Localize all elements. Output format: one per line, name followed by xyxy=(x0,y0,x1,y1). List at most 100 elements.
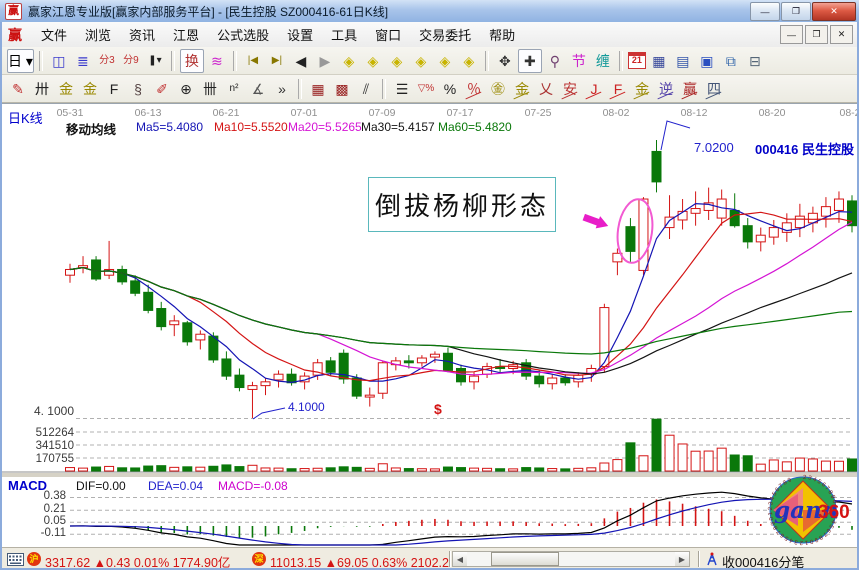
quote-list-icon[interactable]: ≣ xyxy=(72,50,94,72)
package-icon[interactable]: ⧉ xyxy=(720,50,742,72)
more-tools-chevron[interactable]: » xyxy=(271,78,293,100)
magnify-icon[interactable]: ⚲ xyxy=(544,50,566,72)
gann360-logo: 23456789012345678901234567890123456789 g… xyxy=(746,474,856,551)
brush-grid-icon[interactable]: ✐ xyxy=(151,78,173,100)
jin-angle-icon[interactable]: 金 xyxy=(631,78,653,100)
menu-item-8[interactable]: 窗口 xyxy=(366,25,410,46)
prev-icon[interactable]: ◀ xyxy=(290,50,312,72)
drawing-toolbar: ✎卅金金F§✐⊕卌n²∡»▦▩⫽☰▽%%％㊎金乂安JF金逆赢四 xyxy=(0,75,859,103)
spiral-icon[interactable]: § xyxy=(127,78,149,100)
menu-bar: 赢 文件浏览资讯江恩公式选股设置工具窗口交易委托帮助 —❐✕ xyxy=(0,22,859,48)
ma20-legend: Ma20=5.5265 xyxy=(288,120,362,134)
menu-item-6[interactable]: 设置 xyxy=(278,25,322,46)
gold-grid1-icon[interactable]: 金 xyxy=(55,78,77,100)
price-scale-icon[interactable]: ☰ xyxy=(391,78,413,100)
percent-line-icon[interactable]: ％ xyxy=(463,78,485,100)
save-icon[interactable]: ▣ xyxy=(696,50,718,72)
period-day-selector[interactable]: 日 ▾ xyxy=(7,49,34,73)
pattern-annotation-box[interactable]: 倒拔杨柳形态 xyxy=(368,177,556,232)
first-page-icon[interactable]: |◀ xyxy=(242,50,264,72)
chart-3-icon[interactable]: 分3 xyxy=(96,50,118,72)
scrollbar-thumb[interactable] xyxy=(491,552,559,566)
mdi-close-button[interactable]: ✕ xyxy=(830,25,853,44)
mark-icon[interactable]: 节 xyxy=(568,50,590,72)
mdi-minimize-button[interactable]: — xyxy=(780,25,803,44)
ying-angle-icon[interactable]: 赢 xyxy=(679,78,701,100)
printer-icon[interactable]: ⊟ xyxy=(744,50,766,72)
mdi-restore-button[interactable]: ❐ xyxy=(805,25,828,44)
pattern-match-icon[interactable]: 换 xyxy=(180,49,204,73)
kline-chart-canvas[interactable]: 05-3106-1306-2107-0107-0907-1707-2508-02… xyxy=(2,103,857,547)
n2-icon[interactable]: n² xyxy=(223,78,245,100)
menu-item-4[interactable]: 江恩 xyxy=(164,25,208,46)
gann-diamond-3-icon[interactable]: ◈ xyxy=(386,50,408,72)
pane-period-label: 日K线 xyxy=(8,108,43,127)
x-axis-tick: 06-21 xyxy=(213,107,240,119)
minimize-button[interactable]: — xyxy=(750,2,780,21)
title-bar[interactable]: 赢 赢家江恩专业版[赢家内部服务平台] - [民生控股 SZ000416-61日… xyxy=(0,0,859,23)
gold-line-icon[interactable]: 金 xyxy=(511,78,533,100)
menu-item-3[interactable]: 资讯 xyxy=(120,25,164,46)
menu-item-2[interactable]: 浏览 xyxy=(76,25,120,46)
draw-brush-icon[interactable]: ✎ xyxy=(7,78,29,100)
gann-diamond-4-icon[interactable]: ◈ xyxy=(410,50,432,72)
j-angle-icon[interactable]: J xyxy=(583,78,605,100)
shenzhen-index-icon: 深 xyxy=(252,552,266,566)
menu-item-1[interactable]: 文件 xyxy=(32,25,76,46)
gold-circle-icon[interactable]: ㊎ xyxy=(487,78,509,100)
x-axis-tick: 07-01 xyxy=(291,107,318,119)
red-grid-icon[interactable]: ▦ xyxy=(307,78,329,100)
horizontal-scrollbar[interactable]: ◀ ▶ xyxy=(452,551,690,567)
toolbar-separator xyxy=(298,79,302,99)
color-trend-icon[interactable]: ≋ xyxy=(206,50,228,72)
broadcast-tower-icon[interactable] xyxy=(706,552,718,567)
slant-lines-icon[interactable]: ⫽ xyxy=(355,78,377,100)
menu-item-10[interactable]: 帮助 xyxy=(480,25,524,46)
ma60-legend: Ma60=5.4820 xyxy=(438,120,512,134)
gann-brush2-icon[interactable]: 乂 xyxy=(535,78,557,100)
maximize-button[interactable]: ❐ xyxy=(781,2,811,21)
percent-zone-icon[interactable]: ▽% xyxy=(415,78,437,100)
mdi-window-controls: —❐✕ xyxy=(778,25,853,44)
toolbar-separator xyxy=(485,51,489,71)
wave-icon[interactable]: 安 xyxy=(559,78,581,100)
calculator-icon[interactable]: ▦ xyxy=(648,50,670,72)
menu-item-5[interactable]: 公式选股 xyxy=(208,25,278,46)
calendar-icon[interactable]: 21 xyxy=(628,52,646,69)
memo-icon[interactable]: ▤ xyxy=(672,50,694,72)
chan-line-icon[interactable]: 缠 xyxy=(592,50,614,72)
percent-icon[interactable]: % xyxy=(439,78,461,100)
si-angle-icon[interactable]: 四 xyxy=(703,78,725,100)
ni-angle-icon[interactable]: 逆 xyxy=(655,78,677,100)
chart-9-icon[interactable]: 分9 xyxy=(120,50,142,72)
scrollbar-right-arrow[interactable]: ▶ xyxy=(675,552,689,566)
gann-diamond-6-icon[interactable]: ◈ xyxy=(458,50,480,72)
close-button[interactable]: ✕ xyxy=(812,2,856,21)
cycle-circle-icon[interactable]: ⊕ xyxy=(175,78,197,100)
scrollbar-left-arrow[interactable]: ◀ xyxy=(453,552,467,566)
market-map-icon[interactable]: ◫ xyxy=(48,50,70,72)
window-controls: — ❐ ✕ xyxy=(749,2,856,21)
shanghai-index-icon: 沪 xyxy=(27,552,41,566)
app-window: 赢 赢家江恩专业版[赢家内部服务平台] - [民生控股 SZ000416-61日… xyxy=(0,0,859,570)
angle-ruler-icon[interactable]: ∡ xyxy=(247,78,269,100)
brand-icon: 赢 xyxy=(8,25,22,45)
f-angle-icon[interactable]: F xyxy=(607,78,629,100)
volume-axis-label: 512264 xyxy=(28,427,74,439)
fibo-grid-icon[interactable]: F xyxy=(103,78,125,100)
grid-lines-icon[interactable]: 卌 xyxy=(199,78,221,100)
last-page-icon[interactable]: ▶| xyxy=(266,50,288,72)
keyboard-icon[interactable] xyxy=(7,553,24,566)
menu-item-9[interactable]: 交易委托 xyxy=(410,25,480,46)
gann-diamond-5-icon[interactable]: ◈ xyxy=(434,50,456,72)
gann-diamond-1-icon[interactable]: ◈ xyxy=(338,50,360,72)
pan-hand-icon[interactable]: ✥ xyxy=(494,50,516,72)
red-net-icon[interactable]: ▩ xyxy=(331,78,353,100)
gold-grid2-icon[interactable]: 金 xyxy=(79,78,101,100)
menu-item-7[interactable]: 工具 xyxy=(322,25,366,46)
next-icon[interactable]: ▶ xyxy=(314,50,336,72)
gann-ruler-icon[interactable]: 卅 xyxy=(31,78,53,100)
crosshair-icon[interactable]: ✚ xyxy=(518,49,542,73)
candle-style-icon[interactable]: ❚▾ xyxy=(144,50,166,72)
gann-diamond-2-icon[interactable]: ◈ xyxy=(362,50,384,72)
